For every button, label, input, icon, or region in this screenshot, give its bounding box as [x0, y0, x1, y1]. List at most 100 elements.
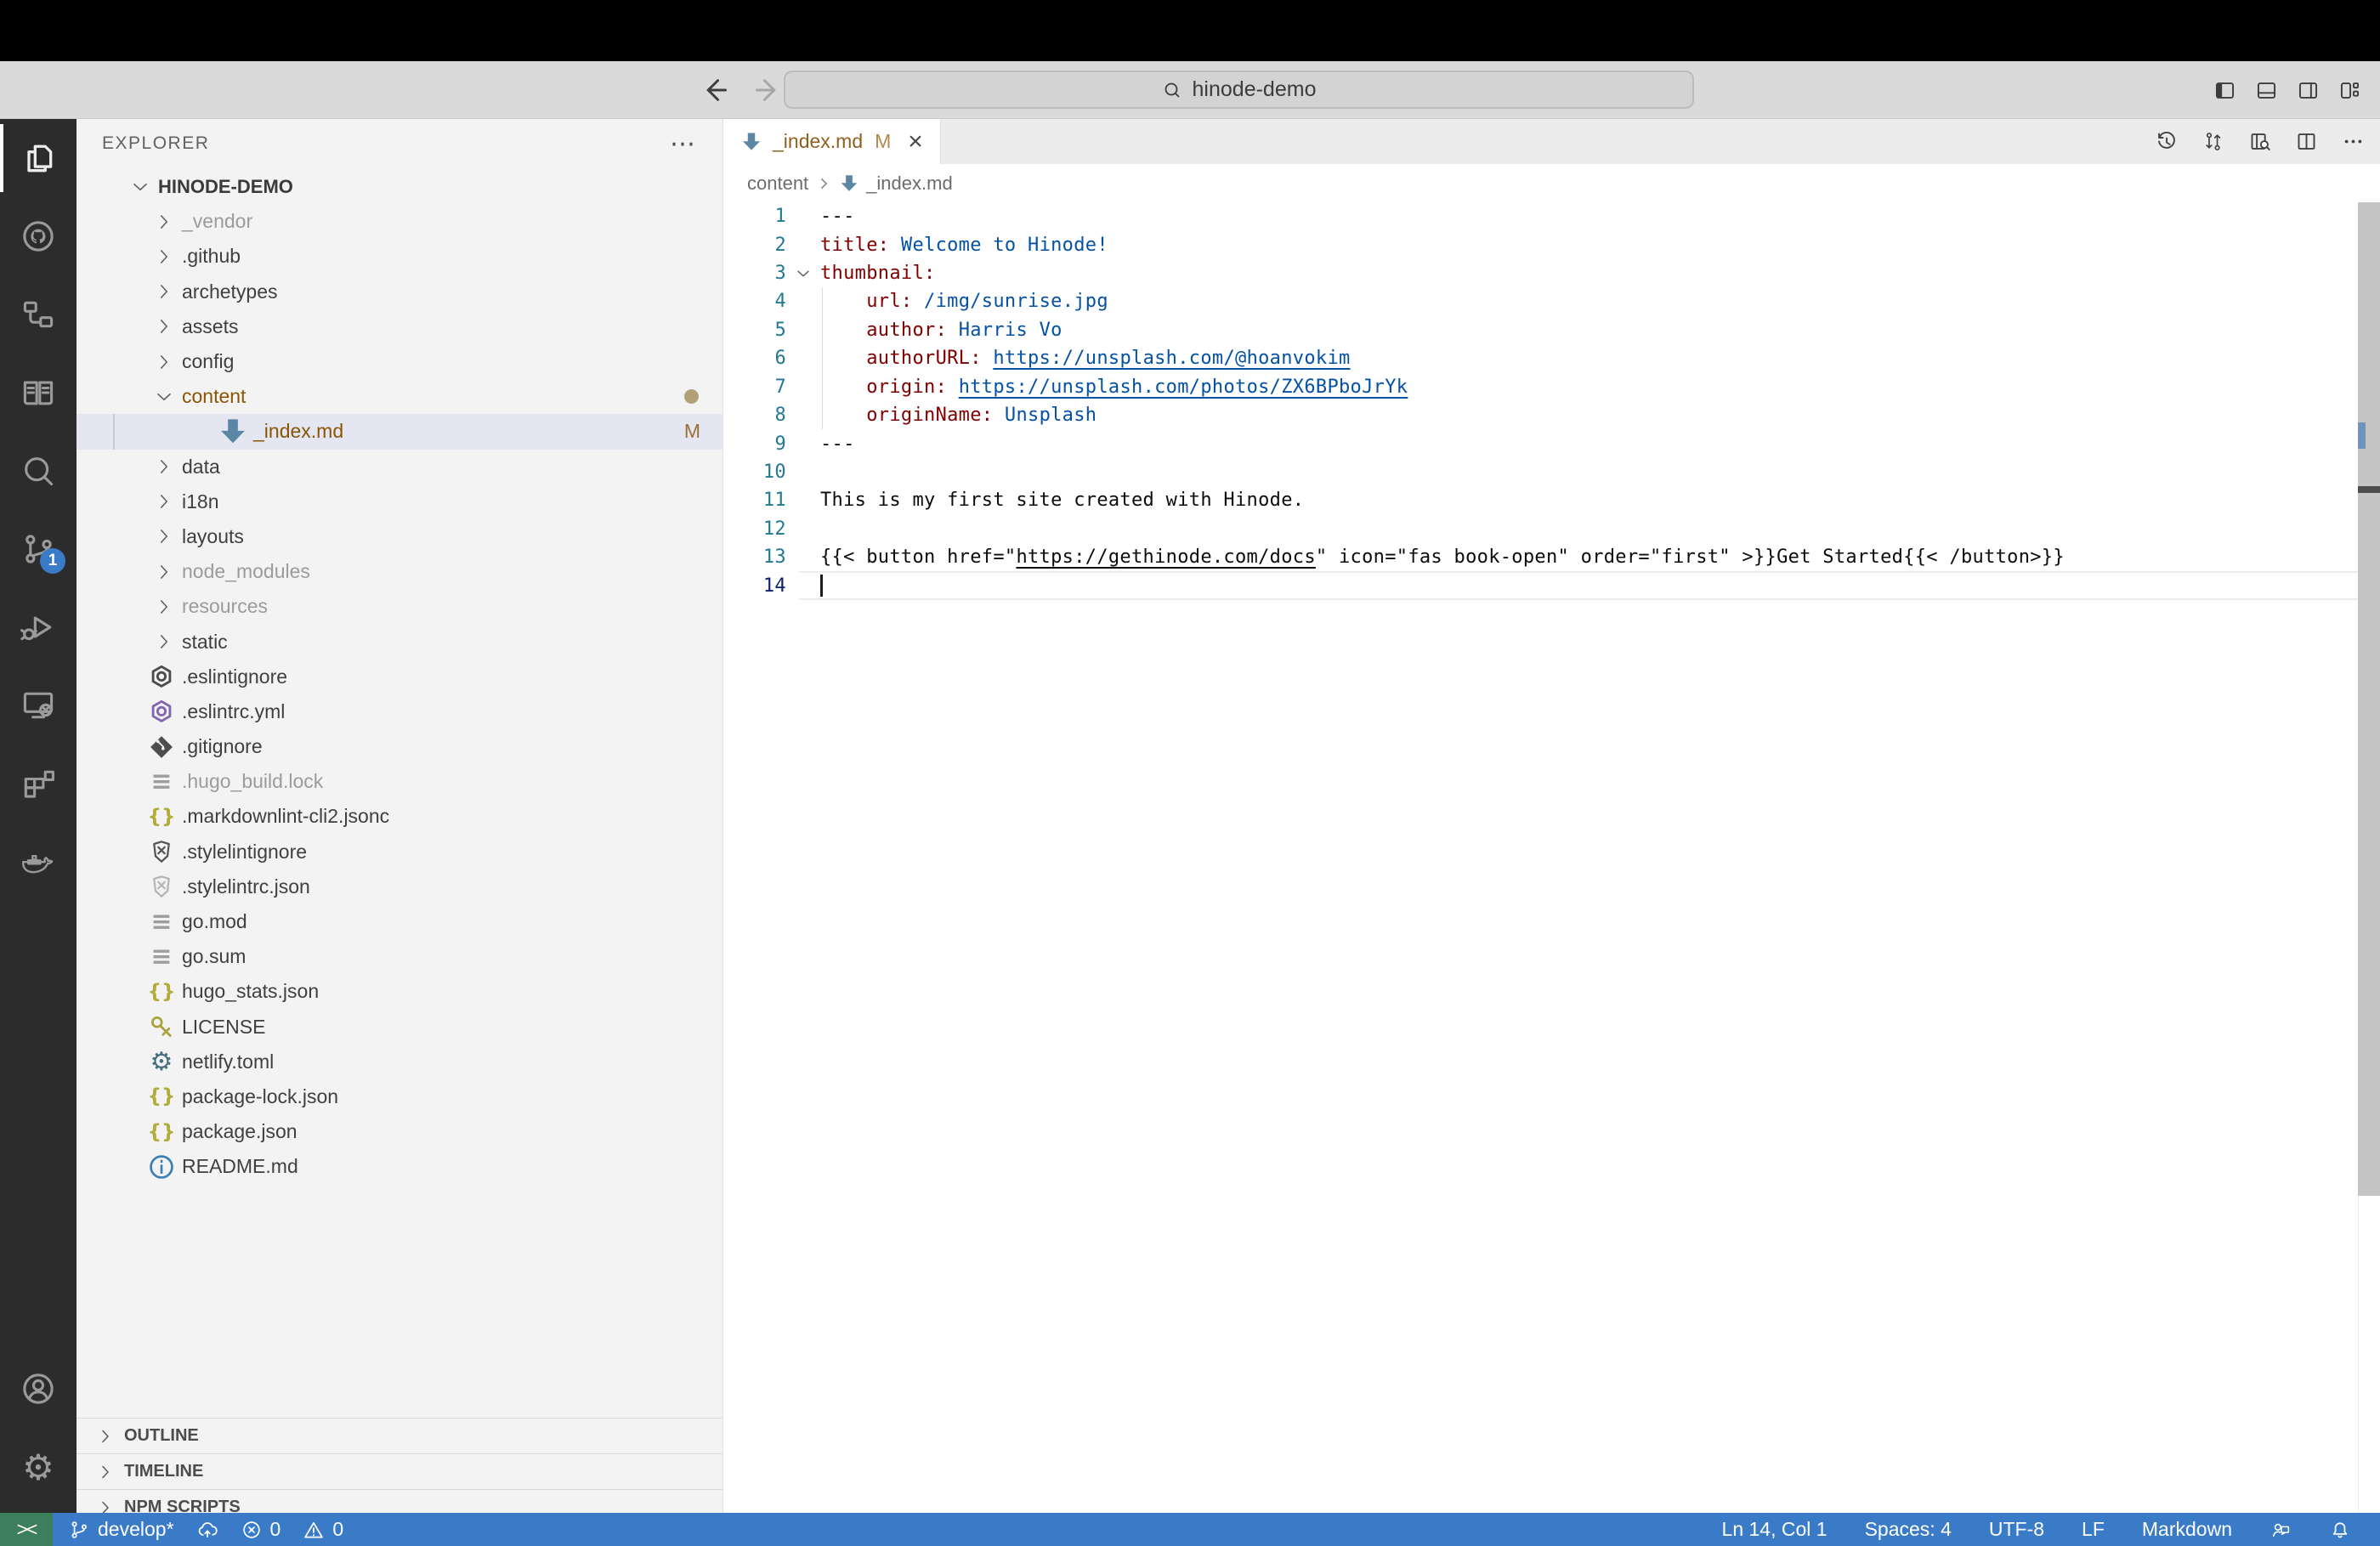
code-line-12[interactable]: 12	[723, 515, 2380, 543]
code-line-7[interactable]: 7 origin: https://unsplash.com/photos/ZX…	[723, 373, 2380, 401]
status-feedback[interactable]	[2270, 1519, 2292, 1540]
status-indentation[interactable]: Spaces: 4	[1865, 1518, 1952, 1541]
item-label: .stylelintrc.json	[182, 875, 310, 898]
tree-item-archetypes[interactable]: archetypes	[76, 275, 722, 309]
tree-item--hugo-build-lock[interactable]: ≡.hugo_build.lock	[76, 764, 722, 799]
tree-item-assets[interactable]: assets	[76, 309, 722, 344]
tree-item-i18n[interactable]: i18n	[76, 484, 722, 519]
more-actions-icon[interactable]	[2342, 130, 2365, 153]
forward-button[interactable]	[753, 75, 784, 105]
toggle-secondary-sidebar-icon[interactable]	[2297, 79, 2320, 102]
activitybar-source-control[interactable]: 1	[0, 510, 76, 588]
line-number: 1	[723, 206, 786, 227]
status-git-branch[interactable]: develop*	[68, 1518, 174, 1541]
fold-chevron-icon[interactable]	[794, 264, 813, 283]
code-line-5[interactable]: 5 author: Harris Vo	[723, 316, 2380, 344]
section-npm-scripts[interactable]: NPM SCRIPTS	[76, 1489, 722, 1513]
tree-item-data[interactable]: data	[76, 450, 722, 484]
status-encoding[interactable]: UTF-8	[1989, 1518, 2044, 1541]
tree-item-static[interactable]: static	[76, 624, 722, 659]
tree-item--eslintignore[interactable]: .eslintignore	[76, 660, 722, 694]
open-preview-icon[interactable]	[2248, 130, 2271, 153]
tree-item-layouts[interactable]: layouts	[76, 519, 722, 554]
tree-item-resources[interactable]: resources	[76, 589, 722, 624]
code-line-13[interactable]: 13{{< button href="https://gethinode.com…	[723, 543, 2380, 571]
tree-item--index-md[interactable]: _index.mdM	[76, 414, 722, 449]
tree-item-readme-md[interactable]: README.md	[76, 1149, 722, 1184]
history-icon[interactable]	[2155, 130, 2178, 153]
breadcrumb-folder[interactable]: content	[747, 173, 808, 195]
activitybar-extensions[interactable]	[0, 745, 76, 823]
tree-item--gitignore[interactable]: .gitignore	[76, 729, 722, 764]
scrollbar-slider[interactable]	[2358, 202, 2380, 1196]
tab-index-md[interactable]: _index.md M ×	[723, 119, 941, 164]
status-warnings[interactable]: 0	[303, 1518, 343, 1541]
breadcrumb-file[interactable]: _index.md	[866, 173, 953, 195]
status-notifications[interactable]	[2329, 1519, 2351, 1541]
split-editor-icon[interactable]	[2295, 130, 2318, 153]
json-icon: {}	[146, 1117, 177, 1147]
status-label: Spaces: 4	[1865, 1518, 1952, 1541]
indent-guide	[822, 373, 823, 401]
tree-item-content[interactable]: content	[76, 379, 722, 414]
status-language-mode[interactable]: Markdown	[2142, 1518, 2232, 1541]
status-eol[interactable]: LF	[2082, 1518, 2105, 1541]
code-line-3[interactable]: 3thumbnail:	[723, 259, 2380, 287]
tree-root-hinode-demo[interactable]: HINODE-DEMO	[76, 169, 722, 204]
tree-item-go-sum[interactable]: ≡go.sum	[76, 939, 722, 974]
close-icon[interactable]: ×	[908, 129, 923, 155]
section-outline[interactable]: OUTLINE	[76, 1418, 722, 1453]
code-line-2[interactable]: 2title: Welcome to Hinode!	[723, 230, 2380, 258]
branch-icon	[68, 1519, 90, 1541]
item-label: package-lock.json	[182, 1085, 338, 1108]
tree-item--eslintrc-yml[interactable]: .eslintrc.yml	[76, 694, 722, 729]
tree-item-netlify-toml[interactable]: ⚙︎netlify.toml	[76, 1045, 722, 1079]
code-editor[interactable]: 1---2title: Welcome to Hinode!3thumbnail…	[723, 202, 2380, 1513]
code-line-8[interactable]: 8 originName: Unsplash	[723, 401, 2380, 429]
code-line-9[interactable]: 9---	[723, 429, 2380, 457]
tree-item-node-modules[interactable]: node_modules	[76, 554, 722, 589]
tree-item-go-mod[interactable]: ≡go.mod	[76, 904, 722, 939]
item-label: .hugo_build.lock	[182, 770, 323, 793]
customize-layout-icon[interactable]	[2338, 79, 2361, 102]
tree-item-license[interactable]: LICENSE	[76, 1010, 722, 1045]
license-icon	[146, 1011, 177, 1042]
tree-item--vendor[interactable]: _vendor	[76, 204, 722, 239]
toggle-primary-sidebar-icon[interactable]	[2213, 79, 2236, 102]
tree-item--markdownlint-cli2-jsonc[interactable]: {}.markdownlint-cli2.jsonc	[76, 799, 722, 834]
activitybar-explorer[interactable]	[0, 119, 76, 197]
code-line-11[interactable]: 11This is my first site created with Hin…	[723, 486, 2380, 514]
tree-item-package-lock-json[interactable]: {}package-lock.json	[76, 1079, 722, 1114]
command-center[interactable]: hinode-demo	[784, 71, 1694, 109]
activitybar-book[interactable]	[0, 354, 76, 432]
back-button[interactable]	[699, 75, 729, 105]
views-more-actions-icon[interactable]: ⋯	[670, 129, 697, 159]
status-errors[interactable]: 0	[241, 1518, 281, 1541]
status-cursor-position[interactable]: Ln 14, Col 1	[1722, 1518, 1828, 1541]
activitybar-search[interactable]	[0, 432, 76, 510]
activitybar-run-debug[interactable]	[0, 588, 76, 666]
tree-item--stylelintignore[interactable]: .stylelintignore	[76, 835, 722, 869]
code-line-6[interactable]: 6 authorURL: https://unsplash.com/@hoanv…	[723, 344, 2380, 372]
activitybar-settings-gear[interactable]: ⚙︎	[0, 1428, 76, 1506]
tree-item-config[interactable]: config	[76, 344, 722, 379]
tree-item--github[interactable]: .github	[76, 239, 722, 274]
remote-indicator[interactable]: ><	[0, 1513, 53, 1546]
activitybar-remote-explorer[interactable]	[0, 666, 76, 745]
open-changes-icon[interactable]	[2202, 130, 2224, 153]
section-timeline[interactable]: TIMELINE	[76, 1453, 722, 1489]
tree-item-package-json[interactable]: {}package.json	[76, 1114, 722, 1149]
code-line-4[interactable]: 4 url: /img/sunrise.jpg	[723, 287, 2380, 315]
activitybar-account[interactable]	[0, 1350, 76, 1428]
activitybar-github[interactable]	[0, 197, 76, 275]
activitybar-docker[interactable]	[0, 823, 76, 901]
toggle-panel-icon[interactable]	[2255, 79, 2278, 102]
activitybar-project-flow[interactable]	[0, 275, 76, 354]
tree-item-hugo-stats-json[interactable]: {}hugo_stats.json	[76, 974, 722, 1009]
tree-item--stylelintrc-json[interactable]: .stylelintrc.json	[76, 869, 722, 904]
status-publish-changes[interactable]	[196, 1519, 218, 1541]
code-line-1[interactable]: 1---	[723, 202, 2380, 230]
account-icon	[20, 1370, 57, 1407]
code-line-10[interactable]: 10	[723, 458, 2380, 486]
code-line-14[interactable]: 14	[723, 571, 2380, 599]
